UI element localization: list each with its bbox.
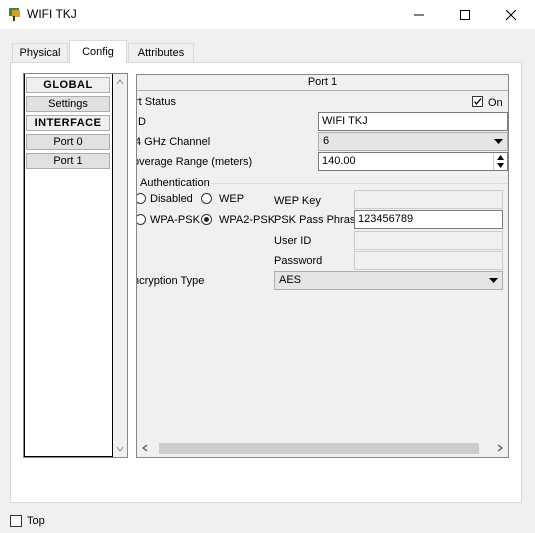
psk-pass-phrase-label: PSK Pass Phrase bbox=[274, 214, 362, 226]
scroll-thumb[interactable] bbox=[159, 443, 479, 454]
nav-settings[interactable]: Settings bbox=[26, 96, 110, 112]
channel-select[interactable]: 6 bbox=[318, 132, 508, 151]
chevron-down-icon bbox=[489, 278, 498, 283]
auth-disabled-radio[interactable] bbox=[137, 193, 146, 204]
auth-wep-radio[interactable] bbox=[201, 193, 212, 204]
encryption-type-label: ncryption Type bbox=[136, 275, 205, 287]
port-status-label: rt Status bbox=[136, 96, 176, 108]
channel-label: 4 GHz Channel bbox=[136, 136, 211, 148]
port-status-checkbox[interactable] bbox=[472, 96, 483, 107]
top-checkbox[interactable] bbox=[10, 515, 22, 527]
top-label: Top bbox=[27, 515, 45, 527]
ssid-input[interactable]: WIFI TKJ bbox=[318, 112, 508, 131]
coverage-range-label: overage Range (meters) bbox=[136, 156, 253, 168]
psk-pass-phrase-input[interactable]: 123456789 bbox=[354, 210, 503, 229]
encryption-type-value: AES bbox=[279, 274, 302, 286]
app-icon bbox=[7, 6, 23, 22]
auth-wep-label: WEP bbox=[219, 193, 245, 205]
nav-port-1[interactable]: Port 1 bbox=[26, 153, 110, 169]
chevron-down-icon bbox=[494, 139, 503, 144]
user-id-input[interactable] bbox=[354, 231, 503, 250]
auth-disabled-label: Disabled bbox=[150, 193, 193, 205]
minimize-icon bbox=[414, 14, 424, 15]
scroll-down-icon[interactable] bbox=[116, 446, 124, 452]
wep-key-input[interactable] bbox=[354, 190, 503, 209]
port-header: Port 1 bbox=[137, 75, 508, 91]
maximize-button[interactable] bbox=[442, 0, 488, 29]
spin-down-icon[interactable] bbox=[497, 163, 504, 168]
channel-value: 6 bbox=[323, 135, 330, 147]
interface-list-frame bbox=[24, 74, 113, 457]
auth-wpa2-psk-radio[interactable] bbox=[201, 214, 212, 225]
close-button[interactable] bbox=[488, 0, 534, 29]
auth-group-label: Authentication bbox=[140, 177, 210, 189]
user-id-label: User ID bbox=[274, 235, 312, 247]
auth-wpa2-psk-label: WPA2-PSK bbox=[219, 214, 276, 226]
nav-interface-header[interactable]: INTERFACE bbox=[26, 115, 110, 131]
tab-attributes[interactable]: Attributes bbox=[128, 43, 194, 62]
minimize-button[interactable] bbox=[396, 0, 442, 29]
panel-horizontal-scrollbar[interactable] bbox=[137, 439, 508, 457]
list-scrollbar[interactable] bbox=[113, 74, 127, 457]
port-status-on-label: On bbox=[488, 97, 503, 109]
window-title: WIFI TKJ bbox=[27, 7, 77, 21]
password-input[interactable] bbox=[354, 251, 503, 270]
port-config-panel: Port 1 rt Status On ID WIFI TKJ 4 GHz Ch… bbox=[136, 74, 509, 458]
scroll-up-icon[interactable] bbox=[116, 79, 124, 85]
scroll-right-icon[interactable] bbox=[497, 444, 503, 452]
close-icon bbox=[505, 9, 517, 20]
tab-physical[interactable]: Physical bbox=[12, 43, 68, 62]
auth-wpa-psk-label: WPA-PSK bbox=[150, 214, 200, 226]
ssid-label: ID bbox=[136, 116, 146, 128]
encryption-type-select[interactable]: AES bbox=[274, 271, 503, 290]
scroll-left-icon[interactable] bbox=[142, 444, 148, 452]
auth-group-line bbox=[211, 183, 508, 184]
password-label: Password bbox=[274, 255, 323, 267]
auth-wpa-psk-radio[interactable] bbox=[137, 214, 146, 225]
nav-global-header[interactable]: GLOBAL bbox=[26, 77, 110, 93]
wep-key-label: WEP Key bbox=[274, 195, 321, 207]
spin-up-icon[interactable] bbox=[497, 155, 504, 160]
coverage-range-input[interactable]: 140.00 bbox=[318, 152, 508, 171]
checkmark-icon bbox=[473, 98, 482, 106]
nav-port-0[interactable]: Port 0 bbox=[26, 134, 110, 150]
maximize-icon bbox=[460, 9, 470, 20]
range-spinner[interactable] bbox=[493, 153, 507, 170]
tab-config[interactable]: Config bbox=[69, 40, 127, 63]
